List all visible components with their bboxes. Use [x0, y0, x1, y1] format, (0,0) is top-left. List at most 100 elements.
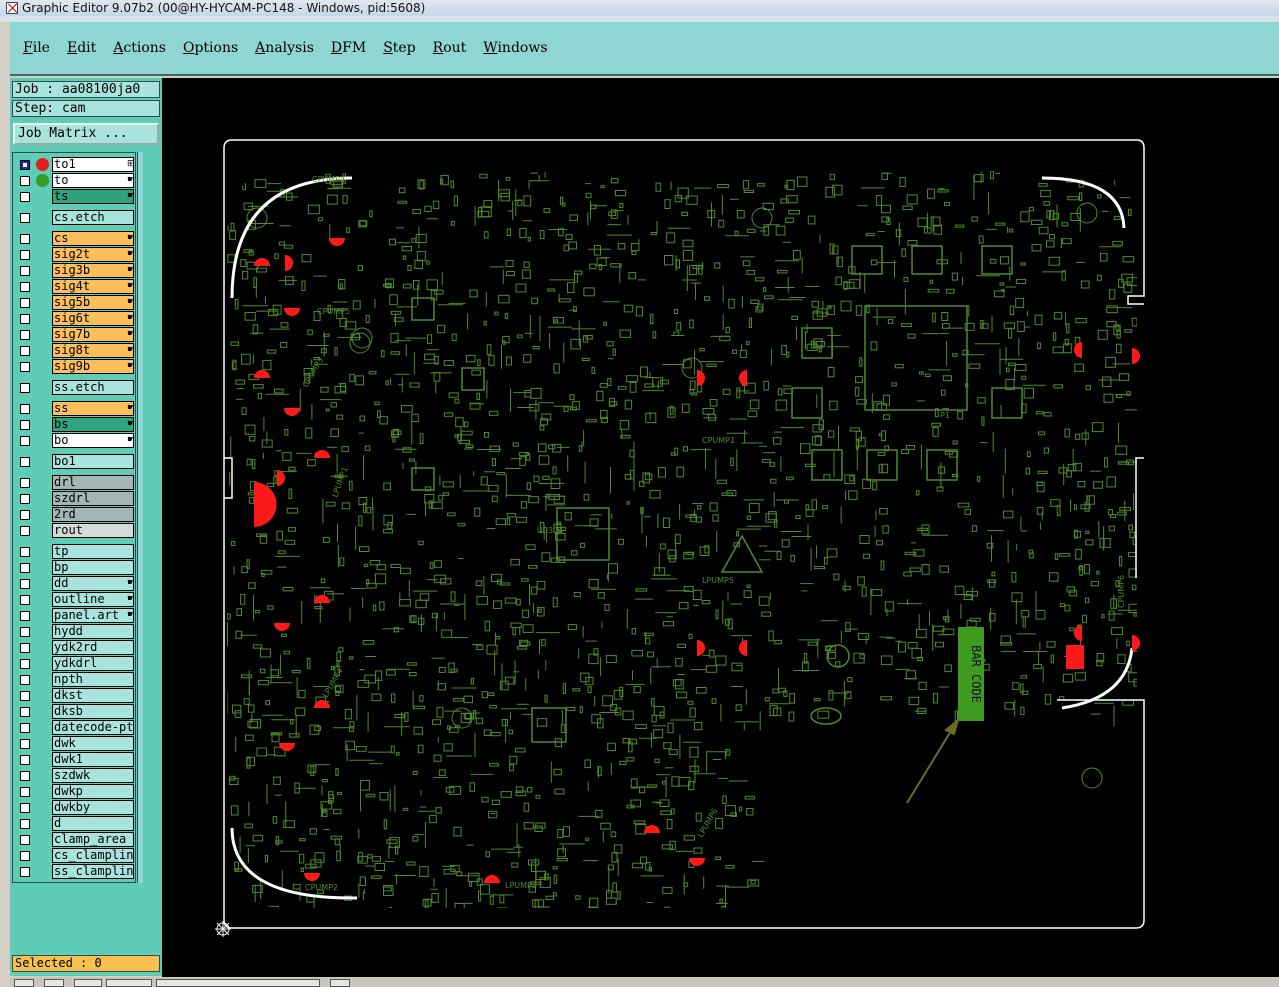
layer-name[interactable]: szdwk: [52, 768, 134, 783]
layer-checkbox[interactable]: [20, 457, 30, 467]
layer-row[interactable]: sig8t☛: [15, 343, 135, 358]
layer-checkbox[interactable]: [20, 213, 30, 223]
layer-name[interactable]: ss.etch: [52, 380, 134, 395]
layer-row[interactable]: outline☛: [15, 592, 135, 607]
layer-row[interactable]: bp: [15, 560, 134, 575]
layer-name[interactable]: to: [52, 173, 134, 188]
layer-name[interactable]: ts: [52, 189, 134, 204]
layer-checkbox[interactable]: [20, 362, 30, 372]
layer-checkbox[interactable]: [20, 346, 30, 356]
layer-checkbox[interactable]: [20, 234, 30, 244]
layer-checkbox[interactable]: [20, 404, 30, 414]
layer-checkbox[interactable]: [20, 547, 30, 557]
layer-name[interactable]: sig2t: [52, 247, 134, 262]
menu-windows[interactable]: Windows: [483, 40, 547, 56]
layer-name[interactable]: dwkby: [52, 800, 134, 815]
layer-name[interactable]: outline: [52, 592, 134, 607]
layer-row[interactable]: ts☛: [15, 189, 135, 204]
layer-name[interactable]: sig9b: [52, 359, 134, 374]
layer-row[interactable]: dkst: [15, 688, 134, 703]
layer-name[interactable]: dwkp: [52, 784, 134, 799]
layer-checkbox[interactable]: [20, 330, 30, 340]
layer-name[interactable]: sig6t: [52, 311, 134, 326]
layer-name[interactable]: sig4t: [52, 279, 134, 294]
layer-name[interactable]: hydd: [52, 624, 134, 639]
layer-checkbox[interactable]: [20, 192, 30, 202]
layer-row[interactable]: szdwk: [15, 768, 134, 783]
layer-row[interactable]: cs☛: [15, 231, 135, 246]
layer-name[interactable]: bo1: [52, 454, 134, 469]
layer-row[interactable]: sig3b☛: [15, 263, 135, 278]
layer-name[interactable]: ss: [52, 401, 134, 416]
layer-checkbox[interactable]: [20, 526, 30, 536]
layer-name[interactable]: datecode-pte: [52, 720, 134, 735]
layer-name[interactable]: ydkdrl: [52, 656, 134, 671]
layer-row[interactable]: hydd: [15, 624, 134, 639]
layer-checkbox[interactable]: [20, 420, 30, 430]
layer-checkbox[interactable]: [20, 510, 30, 520]
pcb-view[interactable]: BAR CODECPUMP4CPUMP5CPUMP3LPUMP1LPUMP4CP…: [162, 78, 1279, 977]
bottom-button[interactable]: [330, 979, 350, 987]
layer-name[interactable]: drl: [52, 475, 134, 490]
job-matrix-button[interactable]: Job Matrix ...: [13, 123, 159, 145]
layer-checkbox[interactable]: [20, 160, 30, 170]
layer-checkbox[interactable]: [20, 771, 30, 781]
menu-options[interactable]: Options: [183, 40, 238, 56]
layer-row[interactable]: sig9b☛: [15, 359, 135, 374]
layer-checkbox[interactable]: [20, 627, 30, 637]
menu-dfm[interactable]: DFM: [331, 40, 366, 56]
layer-name[interactable]: dd: [52, 576, 134, 591]
layer-row[interactable]: sig6t☛: [15, 311, 135, 326]
menu-step[interactable]: Step: [383, 40, 415, 56]
layer-row[interactable]: dwk: [15, 736, 134, 751]
layer-checkbox[interactable]: [20, 314, 30, 324]
layer-name[interactable]: sig5b: [52, 295, 134, 310]
layer-name[interactable]: ss_clampline: [52, 864, 134, 879]
layer-checkbox[interactable]: [20, 298, 30, 308]
layer-name[interactable]: to1: [52, 157, 134, 172]
layer-checkbox[interactable]: [20, 250, 30, 260]
layer-checkbox[interactable]: [20, 611, 30, 621]
layer-row[interactable]: d: [15, 816, 134, 831]
bottom-button[interactable]: [106, 979, 152, 987]
layer-row[interactable]: bs☛: [15, 417, 135, 432]
layer-row[interactable]: cs_clampline: [15, 848, 134, 863]
layer-name[interactable]: dwk: [52, 736, 134, 751]
layer-row[interactable]: clamp_area: [15, 832, 134, 847]
layer-row[interactable]: cs.etch: [15, 210, 134, 225]
layer-checkbox[interactable]: [20, 723, 30, 733]
layer-name[interactable]: clamp_area: [52, 832, 134, 847]
layer-row[interactable]: ss.etch: [15, 380, 134, 395]
layer-row[interactable]: dd☛: [15, 576, 135, 591]
layer-name[interactable]: cs_clampline: [52, 848, 134, 863]
layer-row[interactable]: bo☛: [15, 433, 135, 448]
bottom-button[interactable]: [14, 979, 34, 987]
layer-row[interactable]: sig4t☛: [15, 279, 135, 294]
layer-checkbox[interactable]: [20, 176, 30, 186]
layer-row[interactable]: rout: [15, 523, 134, 538]
layer-name[interactable]: npth: [52, 672, 134, 687]
layer-name[interactable]: d: [52, 816, 134, 831]
layer-checkbox[interactable]: [20, 383, 30, 393]
layer-name[interactable]: sig7b: [52, 327, 134, 342]
bottom-button[interactable]: [44, 979, 64, 987]
layer-checkbox[interactable]: [20, 563, 30, 573]
layer-row[interactable]: szdrl: [15, 491, 134, 506]
layer-name[interactable]: cs: [52, 231, 134, 246]
layer-name[interactable]: bp: [52, 560, 134, 575]
menu-file[interactable]: File: [23, 40, 50, 56]
layer-row[interactable]: ss_clampline: [15, 864, 134, 879]
layer-row[interactable]: dwkby: [15, 800, 134, 815]
layer-name[interactable]: panel.art: [52, 608, 134, 623]
layer-row[interactable]: to☛: [15, 173, 135, 188]
layer-checkbox[interactable]: [20, 867, 30, 877]
layer-checkbox[interactable]: [20, 659, 30, 669]
layer-name[interactable]: dwk1: [52, 752, 134, 767]
layer-checkbox[interactable]: [20, 478, 30, 488]
layer-name[interactable]: bo: [52, 433, 134, 448]
layer-row[interactable]: panel.art☛: [15, 608, 135, 623]
layer-list-scrollbar[interactable]: [137, 152, 143, 883]
layer-name[interactable]: bs: [52, 417, 134, 432]
layer-checkbox[interactable]: [20, 494, 30, 504]
layer-checkbox[interactable]: [20, 675, 30, 685]
